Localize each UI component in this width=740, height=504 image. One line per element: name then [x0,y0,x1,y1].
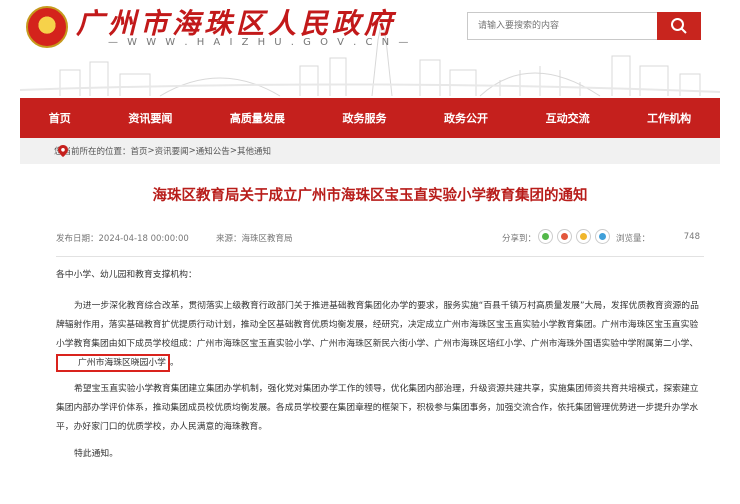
weibo-icon[interactable] [557,229,572,244]
location-pin-icon [58,145,68,157]
paragraph-1: 为进一步深化教育综合改革，贯彻落实上级教育行政部门关于推进基础教育集团化办学的要… [56,297,706,373]
views-label: 浏览量： [616,234,651,244]
search-box [467,12,701,40]
breadcrumb-other-notices[interactable]: 其他通知 [237,145,271,157]
qq-icon[interactable] [576,229,591,244]
share-icons [538,229,610,244]
closing-line: 特此通知。 [74,449,118,459]
meta-divider [56,256,704,257]
article-meta: 发布日期：2024-04-18 00:00:00 来源：海珠区教育局 分享到： … [56,229,702,248]
search-icon [671,18,687,34]
site-url: — W W W . H A I Z H U . G O V . C N — [108,37,412,48]
nav-item-services[interactable]: 政务服务 [336,110,392,126]
nav-item-agencies[interactable]: 工作机构 [641,110,697,126]
paragraph-2: 希望宝玉直实验小学教育集团建立集团办学机制，强化党对集团办学工作的领导，优化集团… [56,384,699,432]
search-button[interactable] [657,12,701,40]
paragraph-1-end: 。 [169,358,179,368]
publish-date: 发布日期：2024-04-18 00:00:00 [56,234,189,244]
wechat-icon[interactable] [538,229,553,244]
breadcrumb-notices[interactable]: 通知公告 [196,145,230,157]
highlighted-school-name: 广州市海珠区晓园小学 [56,354,170,372]
share-label: 分享到： [502,234,537,244]
breadcrumb-separator: > [188,146,196,156]
breadcrumb-separator: > [229,146,237,156]
nav-item-disclosure[interactable]: 政务公开 [438,110,494,126]
national-emblem-logo [26,6,68,48]
article-title: 海珠区教育局关于成立广州市海珠区宝玉直实验小学教育集团的通知 [152,188,588,204]
article-source: 来源：海珠区教育局 [216,234,293,244]
views-count: 748 [683,232,700,242]
qzone-icon[interactable] [595,229,610,244]
main-nav: 首页 资讯要闻 高质量发展 政务服务 政务公开 互动交流 工作机构 [20,98,720,138]
site-title: 广州市海珠区人民政府 [76,7,397,40]
breadcrumb-news[interactable]: 资讯要闻 [155,145,189,157]
breadcrumb: 您当前所在的位置： 首页 > 资讯要闻 > 通知公告 > 其他通知 [20,138,720,164]
nav-item-interaction[interactable]: 互动交流 [540,110,596,126]
search-input[interactable] [468,13,658,39]
nav-item-home[interactable]: 首页 [43,110,77,126]
nav-item-news[interactable]: 资讯要闻 [122,110,178,126]
paragraph-1-text: 为进一步深化教育综合改革，贯彻落实上级教育行政部门关于推进基础教育集团化办学的要… [56,301,699,349]
breadcrumb-home[interactable]: 首页 [131,145,148,157]
greeting: 各中小学、幼儿园和教育支撑机构： [56,270,197,280]
breadcrumb-separator: > [147,146,155,156]
nav-item-development[interactable]: 高质量发展 [224,110,291,126]
site-header: 广州市海珠区人民政府 — W W W . H A I Z H U . G O V… [0,0,740,98]
